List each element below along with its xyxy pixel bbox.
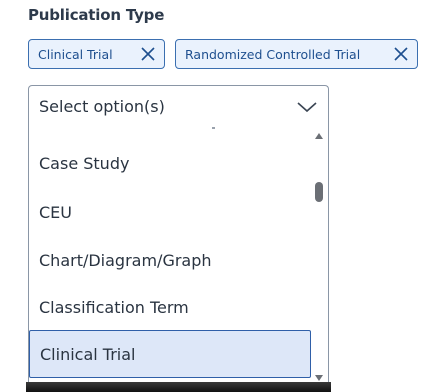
selected-tag-randomized-controlled-trial: Randomized Controlled Trial bbox=[175, 39, 418, 69]
option-label: Case Study bbox=[39, 153, 130, 173]
option-chart-diagram-graph[interactable]: Chart/Diagram/Graph bbox=[29, 236, 311, 284]
select-placeholder: Select option(s) bbox=[39, 97, 165, 116]
close-icon[interactable] bbox=[138, 44, 158, 64]
tag-label: Clinical Trial bbox=[38, 46, 113, 62]
option-classification-term[interactable]: Classification Term bbox=[29, 283, 311, 331]
scroll-down-arrow-icon[interactable] bbox=[315, 375, 323, 381]
option-label: CEU bbox=[39, 202, 72, 222]
chevron-down-icon[interactable] bbox=[296, 100, 318, 114]
option-ceu[interactable]: CEU bbox=[29, 188, 311, 236]
options-listbox: Case Study CEU Chart/Diagram/Graph Class… bbox=[28, 127, 329, 387]
select-input[interactable]: Select option(s) bbox=[28, 85, 329, 127]
scroll-thumb[interactable] bbox=[315, 182, 323, 202]
option-clinical-trial[interactable]: Clinical Trial bbox=[29, 330, 311, 378]
field-label: Publication Type bbox=[28, 6, 165, 24]
selected-tag-clinical-trial: Clinical Trial bbox=[28, 39, 165, 69]
dropdown-shadow bbox=[26, 382, 331, 392]
tag-label: Randomized Controlled Trial bbox=[185, 46, 361, 62]
dropdown-scrollbar[interactable] bbox=[312, 131, 326, 383]
divider-mark bbox=[212, 127, 215, 129]
publication-type-widget: Publication Type Clinical Trial Randomiz… bbox=[0, 0, 429, 392]
option-label: Chart/Diagram/Graph bbox=[39, 250, 212, 270]
scroll-up-arrow-icon[interactable] bbox=[315, 133, 323, 139]
option-label: Classification Term bbox=[39, 297, 189, 317]
option-case-study[interactable]: Case Study bbox=[29, 139, 311, 187]
close-icon[interactable] bbox=[391, 44, 411, 64]
option-label: Clinical Trial bbox=[40, 344, 136, 364]
